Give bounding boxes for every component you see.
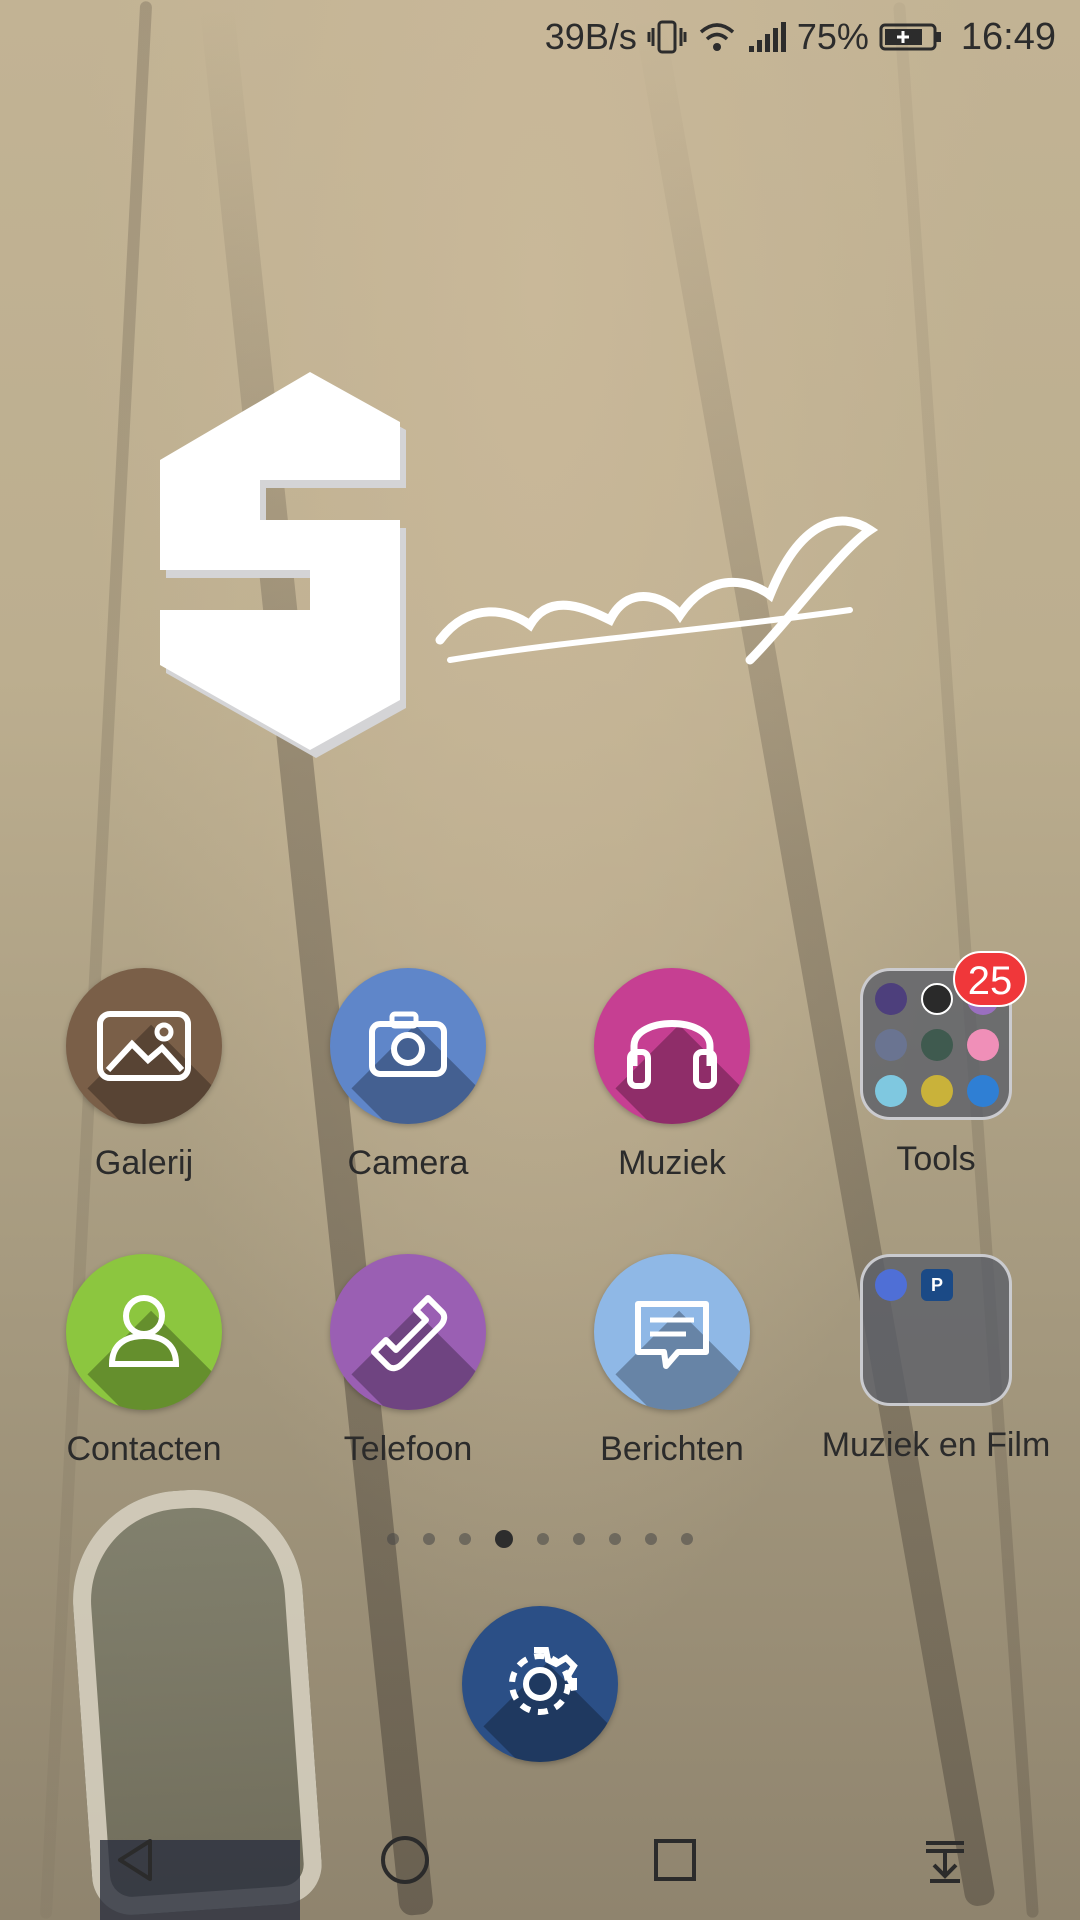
app-label: Camera (347, 1144, 469, 1182)
app-label: Muziek en Film (821, 1426, 1051, 1464)
phone-icon (330, 1254, 486, 1410)
app-berichten[interactable]: Berichten (552, 1254, 792, 1469)
folder-icon: P (860, 1254, 1012, 1406)
page-dot[interactable] (609, 1533, 621, 1545)
recorder-icon (967, 1029, 999, 1061)
notifications-pull-icon (926, 1841, 964, 1883)
weather-icon (875, 1029, 907, 1061)
notifications-button[interactable] (885, 1810, 1005, 1910)
headphones-icon (594, 968, 750, 1124)
page-dot[interactable] (537, 1533, 549, 1545)
folder-tools[interactable]: 25 Tools (816, 951, 1056, 1179)
app-label: Telefoon (343, 1430, 473, 1468)
app-label: Muziek (618, 1144, 726, 1182)
page-dot[interactable] (423, 1533, 435, 1545)
calculator-icon (921, 1029, 953, 1061)
recents-button[interactable] (615, 1810, 735, 1910)
app-telefoon[interactable]: Telefoon (288, 1254, 528, 1469)
battery-percent: 75% (796, 16, 869, 57)
page-indicator (0, 1530, 1080, 1548)
clock: 16:49 (960, 15, 1056, 58)
app-galerij[interactable]: Galerij (24, 968, 264, 1183)
app-label: Tools (896, 1140, 976, 1178)
app-label: Berichten (600, 1430, 744, 1468)
folder-icon: 25 (860, 951, 1027, 1120)
back-icon (118, 1839, 152, 1881)
page-dot[interactable] (645, 1533, 657, 1545)
clock-icon (921, 983, 953, 1015)
settings-app[interactable] (462, 1606, 618, 1762)
sample-logo (160, 372, 879, 758)
app-label: Galerij (94, 1144, 194, 1182)
signal-icon (747, 20, 787, 54)
pandora-icon: P (921, 1269, 953, 1301)
home-button[interactable] (345, 1810, 465, 1910)
recents-icon (654, 1839, 696, 1881)
page-dot[interactable] (459, 1533, 471, 1545)
app-muziek[interactable]: Muziek (552, 968, 792, 1183)
home-icon (381, 1836, 429, 1884)
mail-icon (875, 1075, 907, 1107)
shield-icon (875, 983, 907, 1015)
app-contacten[interactable]: Contacten (24, 1254, 264, 1469)
vibrate-icon (647, 18, 687, 56)
back-button[interactable] (75, 1810, 195, 1910)
gallery-icon (66, 968, 222, 1124)
page-dot[interactable] (573, 1533, 585, 1545)
notification-badge: 25 (953, 951, 1027, 1007)
page-dot-active[interactable] (495, 1530, 513, 1548)
lock-icon (967, 1075, 999, 1107)
app-label: Contacten (66, 1430, 222, 1468)
app-camera[interactable]: Camera (288, 968, 528, 1183)
settings-gear-icon (462, 1606, 618, 1762)
video-play-icon (875, 1269, 907, 1301)
navigation-bar (0, 1800, 1080, 1920)
camera-icon (330, 968, 486, 1124)
page-dot[interactable] (681, 1533, 693, 1545)
status-bar: 39B/s 75% 16:49 (0, 0, 1080, 74)
network-speed: 39B/s (544, 16, 637, 57)
contact-icon (66, 1254, 222, 1410)
page-dot[interactable] (387, 1533, 399, 1545)
battery-charging-icon (879, 20, 943, 54)
wifi-icon (697, 20, 737, 54)
message-icon (594, 1254, 750, 1410)
flashlight-icon (921, 1075, 953, 1107)
folder-muziek-en-film[interactable]: P Muziek en Film (816, 1254, 1056, 1465)
